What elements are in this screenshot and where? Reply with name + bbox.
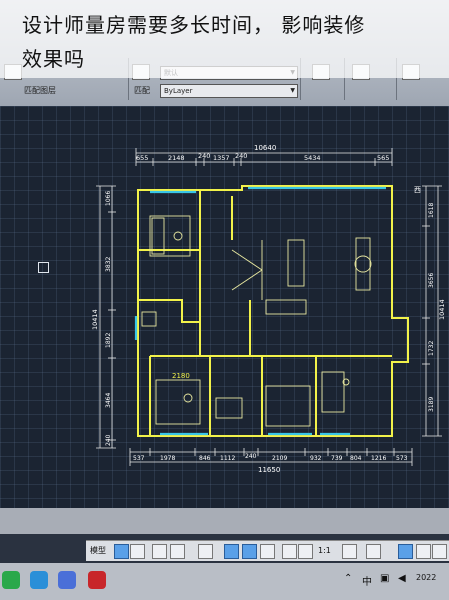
ime-indicator[interactable]: 中 — [362, 573, 372, 588]
dim-bottom-total: 11650 — [258, 466, 280, 474]
floor-plan-drawing: 10640 655 2148 240 1357 240 5434 565 104… — [91, 144, 446, 474]
room-dimension-text: 2180 — [172, 372, 190, 380]
match-layer-label[interactable]: 匹配图层 — [24, 85, 56, 96]
auto-scale-icon[interactable] — [298, 544, 313, 559]
otrack-toggle-icon[interactable] — [224, 544, 239, 559]
dim-top-5: 5434 — [304, 154, 321, 162]
volume-icon[interactable]: ◀ — [398, 573, 406, 584]
status-bar: 模型 1:1 — [86, 540, 449, 561]
dim-left-0: 1066 — [105, 191, 112, 206]
match-label[interactable]: 匹配 — [134, 85, 150, 96]
dim-right-values: 1618 3656 1732 3189 — [428, 203, 435, 412]
chevron-up-icon[interactable]: ⌃ — [344, 573, 352, 584]
ribbon-row-2: 匹配图层 匹配 ByLayer ▼ — [0, 82, 449, 100]
plus-icon[interactable] — [366, 544, 381, 559]
clock-date[interactable]: 2022 — [416, 573, 436, 582]
dim-bottom-9: 1216 — [371, 455, 386, 462]
network-icon[interactable]: ▣ — [380, 573, 389, 584]
os-taskbar: ⌃ 中 ▣ ◀ 2022 — [0, 563, 449, 600]
dim-left-1: 3832 — [105, 257, 112, 272]
dim-bottom-values: 537 1978 846 1112 240 2109 932 739 804 1… — [133, 453, 408, 462]
dim-left-total: 10414 — [91, 309, 99, 330]
lineweight-select[interactable]: ByLayer ▼ — [160, 84, 298, 98]
dim-left-values: 1066 3832 1892 3464 240 — [105, 191, 112, 446]
annotation-visibility-icon[interactable] — [282, 544, 297, 559]
autocad-app-icon[interactable] — [88, 571, 106, 589]
dim-right-total: 10414 — [438, 299, 446, 320]
dim-left-3: 3464 — [105, 393, 112, 408]
fullscreen-icon[interactable] — [432, 544, 447, 559]
monitor-screen: 默认▼ 匹配图层 匹配 ByLayer▼ 设计师量房需要多长时间， 影响装修 效… — [0, 0, 449, 600]
dim-top-total: 10640 — [254, 144, 276, 152]
walls — [137, 185, 409, 437]
annotation-scale[interactable]: 1:1 — [318, 544, 331, 558]
workspace-gear-icon[interactable] — [342, 544, 357, 559]
polar-toggle-icon[interactable] — [170, 544, 185, 559]
hardware-acceleration-icon[interactable] — [416, 544, 431, 559]
isolate-objects-icon[interactable] — [398, 544, 413, 559]
dim-top-0: 655 — [136, 154, 148, 162]
transparency-toggle-icon[interactable] — [260, 544, 275, 559]
osnap-toggle-icon[interactable] — [198, 544, 213, 559]
west-label: 西 — [414, 186, 421, 194]
dim-top-3: 1357 — [213, 154, 230, 162]
ortho-toggle-icon[interactable] — [152, 544, 167, 559]
dim-left-2: 1892 — [105, 333, 112, 348]
dim-bottom-0: 537 — [133, 455, 145, 462]
dim-left-4: 240 — [105, 434, 112, 446]
caption-line-1: 设计师量房需要多长时间， 影响装修 — [22, 13, 366, 37]
model-tab[interactable]: 模型 — [90, 544, 106, 558]
caption-overlay: 设计师量房需要多长时间， 影响装修 效果吗 — [0, 0, 449, 78]
dim-bottom-1: 1978 — [160, 455, 175, 462]
dim-bottom-10: 573 — [396, 455, 408, 462]
dim-bottom-8: 804 — [350, 455, 362, 462]
lineweight-toggle-icon[interactable] — [242, 544, 257, 559]
dim-right-1: 3656 — [428, 273, 435, 288]
chat-app-icon[interactable] — [58, 571, 76, 589]
dim-bottom-4: 240 — [245, 453, 257, 460]
drawing-canvas[interactable]: 10640 655 2148 240 1357 240 5434 565 104… — [0, 106, 449, 534]
wechat-icon[interactable] — [2, 571, 20, 589]
caption-line-2: 效果吗 — [22, 47, 85, 71]
dim-right-0: 1618 — [428, 203, 435, 218]
dim-bottom-3: 1112 — [220, 455, 235, 462]
layer-value: ByLayer — [164, 87, 193, 95]
dim-bottom-2: 846 — [199, 455, 211, 462]
dim-right-2: 1732 — [428, 341, 435, 356]
caption-text: 设计师量房需要多长时间， 影响装修 效果吗 — [22, 8, 442, 76]
dim-top-values: 655 2148 240 1357 240 5434 565 — [136, 152, 389, 162]
dim-bottom-7: 739 — [331, 455, 343, 462]
browser-icon[interactable] — [30, 571, 48, 589]
dim-top-2: 240 — [198, 152, 210, 160]
dim-right-3: 3189 — [428, 397, 435, 412]
grid-toggle-icon[interactable] — [114, 544, 129, 559]
dim-top-6: 565 — [377, 154, 389, 162]
chevron-down-icon: ▼ — [290, 87, 295, 94]
dim-top-1: 2148 — [168, 154, 185, 162]
dim-top-4: 240 — [235, 152, 247, 160]
snap-toggle-icon[interactable] — [130, 544, 145, 559]
dim-bottom-6: 932 — [310, 455, 322, 462]
model-layout-strip — [0, 508, 449, 534]
furniture — [141, 215, 372, 427]
dim-bottom-5: 2109 — [272, 455, 287, 462]
